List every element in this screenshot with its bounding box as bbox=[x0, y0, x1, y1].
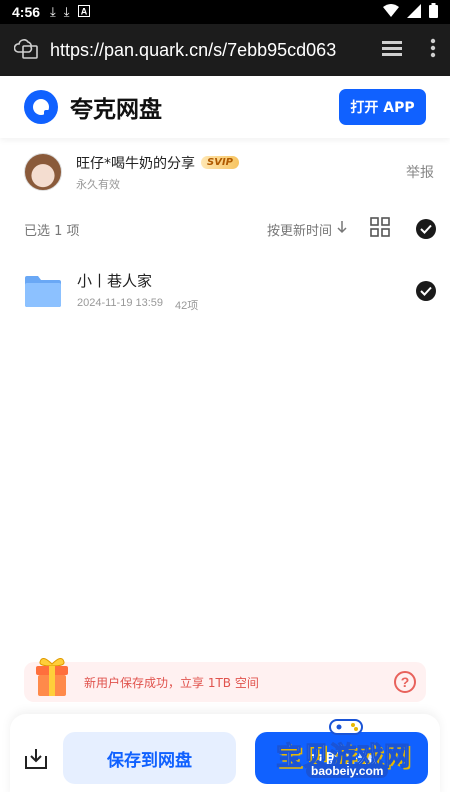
sharer-name: 旺仔*喝牛奶的分享 bbox=[76, 155, 195, 172]
browser-toolbar: https://pan.quark.cn/s/7ebb95cd063 bbox=[0, 24, 450, 76]
file-date: 2024-11-19 13:59 bbox=[77, 296, 164, 309]
sort-button[interactable]: 按更新时间 bbox=[267, 220, 348, 239]
app-header: 夸克网盘 打开 APP bbox=[0, 76, 450, 138]
download-icon: ⤓ bbox=[63, 4, 70, 19]
file-info: 小丨巷人家 2024-11-19 13:59 42项 bbox=[77, 270, 198, 313]
download-icon[interactable] bbox=[24, 748, 48, 774]
brand-title: 夸克网盘 bbox=[70, 97, 162, 123]
signal-icon bbox=[407, 3, 421, 21]
status-bar: 4:56 ⤓ ⤓ A bbox=[0, 0, 450, 24]
selected-count: 已选 1 项 bbox=[24, 223, 80, 239]
quark-logo-icon bbox=[24, 90, 58, 124]
open-app-button[interactable]: 打开 APP bbox=[339, 89, 426, 125]
avatar bbox=[24, 153, 62, 191]
system-nav-bar bbox=[0, 792, 450, 800]
sharer-info: 旺仔*喝牛奶的分享 SVIP 永久有效 举报 bbox=[24, 152, 434, 192]
bottom-action-bar: 保存到网盘 立即查看 bbox=[10, 714, 440, 800]
promo-text: 新用户保存成功，立享 1TB 空间 bbox=[84, 675, 259, 690]
file-toolbar: 已选 1 项 按更新时间 bbox=[24, 214, 436, 244]
save-to-drive-button[interactable]: 保存到网盘 bbox=[63, 732, 236, 784]
download-icon: ⤓ bbox=[50, 4, 56, 19]
grid-view-icon[interactable] bbox=[370, 217, 390, 241]
svip-badge: SVIP bbox=[201, 156, 239, 169]
sharer-name-row: 旺仔*喝牛奶的分享 SVIP bbox=[76, 153, 239, 173]
folder-icon bbox=[24, 274, 62, 308]
font-icon: A bbox=[77, 4, 90, 20]
file-check-icon[interactable] bbox=[416, 281, 436, 301]
tabs-icon[interactable] bbox=[380, 38, 404, 62]
share-validity: 永久有效 bbox=[76, 177, 120, 191]
sort-label: 按更新时间 bbox=[266, 223, 332, 239]
select-all-check-icon[interactable] bbox=[416, 219, 436, 239]
file-name: 小丨巷人家 bbox=[77, 271, 153, 290]
view-now-button[interactable]: 立即查看 bbox=[255, 732, 428, 784]
more-menu-icon[interactable] bbox=[430, 38, 436, 62]
wifi-icon bbox=[383, 3, 399, 21]
status-time: 4:56 bbox=[12, 4, 41, 20]
file-meta: 2024-11-19 13:59 42项 bbox=[77, 297, 198, 313]
report-link[interactable]: 举报 bbox=[406, 162, 434, 182]
url-bar[interactable]: https://pan.quark.cn/s/7ebb95cd063 bbox=[50, 40, 340, 61]
arrow-down-icon bbox=[336, 220, 348, 238]
sharer-text: 旺仔*喝牛奶的分享 SVIP 永久有效 bbox=[76, 153, 239, 192]
help-icon[interactable]: ? bbox=[394, 671, 416, 693]
site-cloud-icon[interactable] bbox=[13, 36, 38, 64]
promo-banner[interactable]: 新用户保存成功，立享 1TB 空间 ? bbox=[24, 658, 426, 702]
list-item[interactable]: 小丨巷人家 2024-11-19 13:59 42项 bbox=[24, 266, 436, 316]
svg-text:A: A bbox=[80, 6, 87, 16]
battery-icon bbox=[429, 3, 438, 21]
gift-icon bbox=[32, 654, 72, 698]
file-count: 42项 bbox=[175, 299, 199, 312]
